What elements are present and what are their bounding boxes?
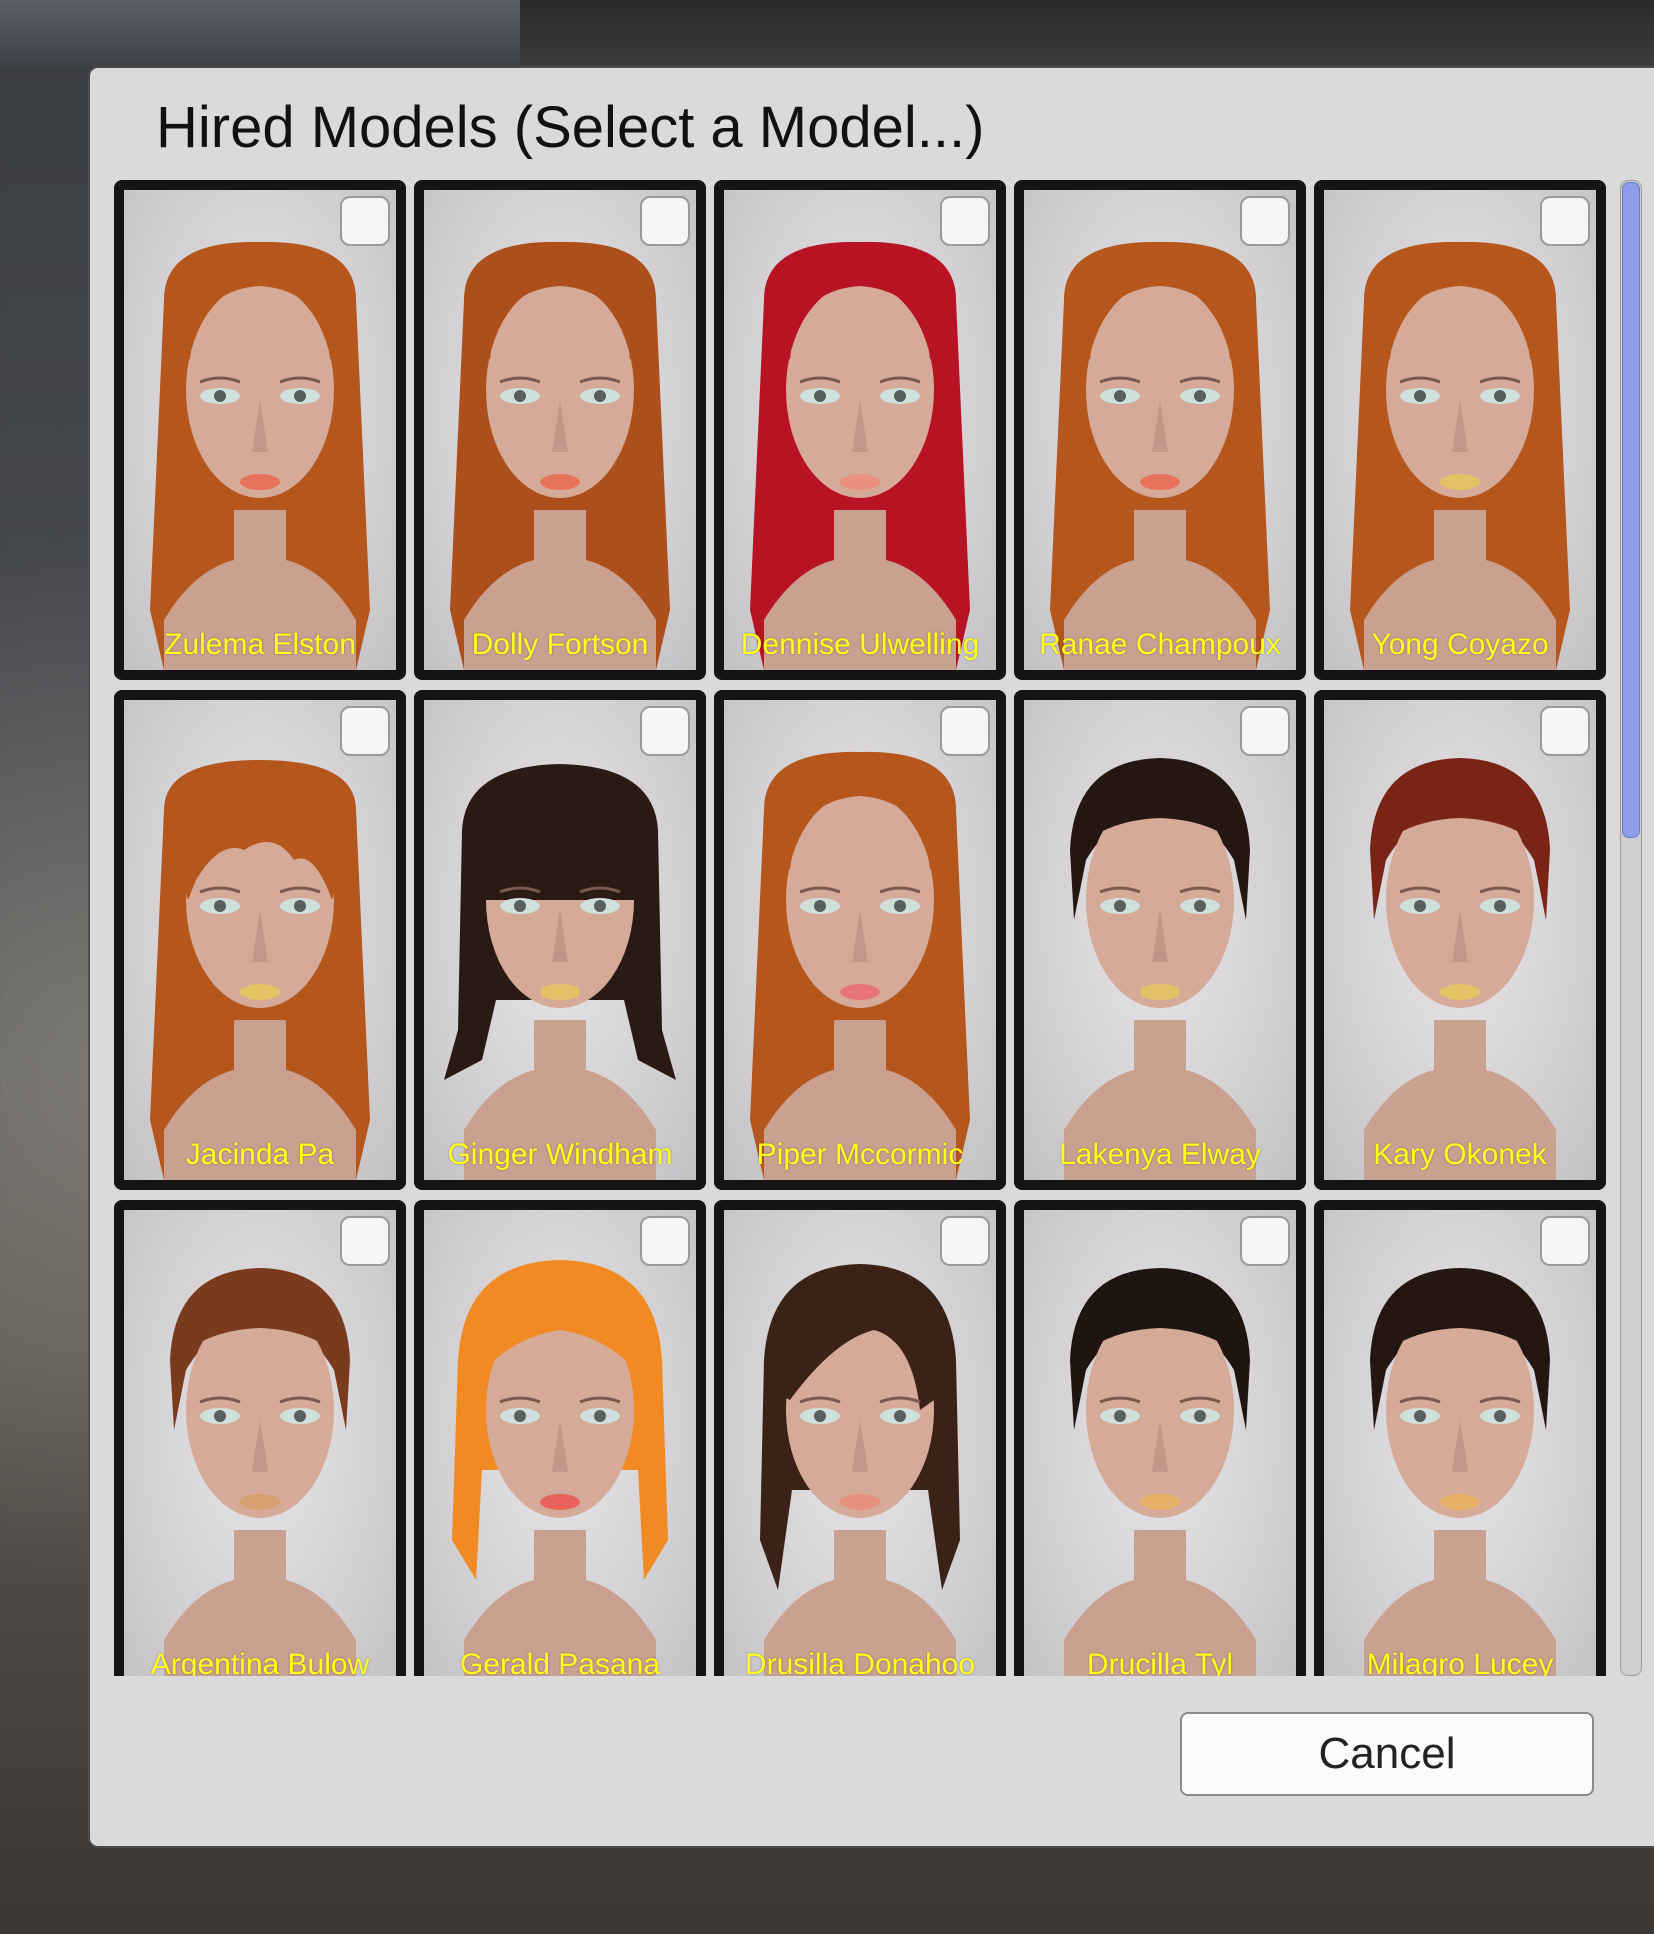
model-portrait (150, 241, 370, 670)
model-portrait (1064, 1268, 1256, 1676)
model-portrait-frame: Gerald Pasana (424, 1210, 696, 1676)
model-portrait (450, 241, 670, 670)
model-grid[interactable]: Zulema Elston Dolly Fortson Dennise Ulwell… (114, 180, 1614, 1676)
select-checkbox[interactable] (340, 706, 390, 756)
model-card[interactable]: Drucilla Tyl (1014, 1200, 1306, 1676)
model-portrait (1050, 241, 1270, 670)
model-card[interactable]: Dennise Ulwelling (714, 180, 1006, 680)
model-card[interactable]: Jacinda Pa (114, 690, 406, 1190)
model-portrait (750, 751, 970, 1180)
model-card[interactable]: Dolly Fortson (414, 180, 706, 680)
model-name-label: Dolly Fortson (471, 628, 649, 661)
model-portrait (1364, 1268, 1556, 1676)
model-portrait-frame: Drusilla Donahoo (724, 1210, 996, 1676)
select-checkbox[interactable] (1240, 196, 1290, 246)
model-portrait (164, 1268, 356, 1676)
model-name-label: Drusilla Donahoo (744, 1648, 976, 1676)
select-checkbox[interactable] (1240, 706, 1290, 756)
scrollbar-thumb[interactable] (1622, 182, 1640, 838)
select-checkbox[interactable] (640, 706, 690, 756)
model-portrait-frame: Dolly Fortson (424, 190, 696, 670)
model-portrait-frame: Jacinda Pa (124, 700, 396, 1180)
model-card[interactable]: Argentina Bulow (114, 1200, 406, 1676)
select-checkbox[interactable] (940, 706, 990, 756)
model-name-label: Milagro Lucey (1366, 1648, 1554, 1676)
model-portrait (452, 1260, 668, 1676)
model-card[interactable]: Zulema Elston (114, 180, 406, 680)
model-portrait-frame: Kary Okonek (1324, 700, 1596, 1180)
model-name-label: Piper Mccormic (756, 1138, 964, 1171)
model-portrait-frame: Argentina Bulow (124, 1210, 396, 1676)
model-card[interactable]: Milagro Lucey (1314, 1200, 1606, 1676)
hired-models-dialog: Hired Models (Select a Model...) Zulema … (88, 66, 1654, 1848)
model-portrait (760, 1264, 960, 1676)
model-portrait-frame: Lakenya Elway (1024, 700, 1296, 1180)
model-name-label: Dennise Ulwelling (740, 628, 980, 661)
model-portrait (1064, 758, 1256, 1180)
model-card[interactable]: Yong Coyazo (1314, 180, 1606, 680)
model-card[interactable]: Ranae Champoux (1014, 180, 1306, 680)
model-name-label: Ranae Champoux (1039, 628, 1281, 661)
model-portrait-frame: Ginger Windham (424, 700, 696, 1180)
select-checkbox[interactable] (640, 196, 690, 246)
model-name-label: Drucilla Tyl (1086, 1648, 1234, 1676)
dialog-title: Hired Models (Select a Model...) (156, 95, 985, 160)
model-card[interactable]: Ginger Windham (414, 690, 706, 1190)
model-portrait (444, 764, 676, 1180)
model-portrait-frame: Dennise Ulwelling (724, 190, 996, 670)
model-portrait-frame: Ranae Champoux (1024, 190, 1296, 670)
select-checkbox[interactable] (940, 196, 990, 246)
model-portrait-frame: Drucilla Tyl (1024, 1210, 1296, 1676)
model-portrait (150, 760, 370, 1180)
model-name-label: Jacinda Pa (185, 1138, 335, 1171)
select-checkbox[interactable] (640, 1216, 690, 1266)
background-wall (520, 0, 1654, 66)
vertical-scrollbar[interactable] (1620, 180, 1642, 1676)
model-portrait-frame: Yong Coyazo (1324, 190, 1596, 670)
cancel-button[interactable]: Cancel (1180, 1712, 1594, 1796)
model-card[interactable]: Kary Okonek (1314, 690, 1606, 1190)
model-card[interactable]: Lakenya Elway (1014, 690, 1306, 1190)
model-portrait-frame: Milagro Lucey (1324, 1210, 1596, 1676)
select-checkbox[interactable] (1540, 196, 1590, 246)
model-name-label: Yong Coyazo (1371, 628, 1549, 661)
model-name-label: Argentina Bulow (150, 1648, 370, 1676)
model-name-label: Kary Okonek (1373, 1138, 1547, 1171)
model-portrait-frame: Piper Mccormic (724, 700, 996, 1180)
model-card[interactable]: Gerald Pasana (414, 1200, 706, 1676)
model-portrait (1364, 758, 1556, 1180)
model-portrait (1350, 241, 1570, 670)
model-name-label: Zulema Elston (164, 628, 356, 661)
model-card[interactable]: Drusilla Donahoo (714, 1200, 1006, 1676)
select-checkbox[interactable] (340, 1216, 390, 1266)
model-name-label: Ginger Windham (447, 1138, 673, 1171)
background-beam (0, 0, 560, 66)
model-name-label: Gerald Pasana (459, 1648, 661, 1676)
model-card[interactable]: Piper Mccormic (714, 690, 1006, 1190)
model-name-label: Lakenya Elway (1059, 1138, 1261, 1171)
select-checkbox[interactable] (940, 1216, 990, 1266)
select-checkbox[interactable] (1540, 706, 1590, 756)
select-checkbox[interactable] (1240, 1216, 1290, 1266)
select-checkbox[interactable] (340, 196, 390, 246)
model-portrait (750, 241, 970, 670)
model-portrait-frame: Zulema Elston (124, 190, 396, 670)
select-checkbox[interactable] (1540, 1216, 1590, 1266)
